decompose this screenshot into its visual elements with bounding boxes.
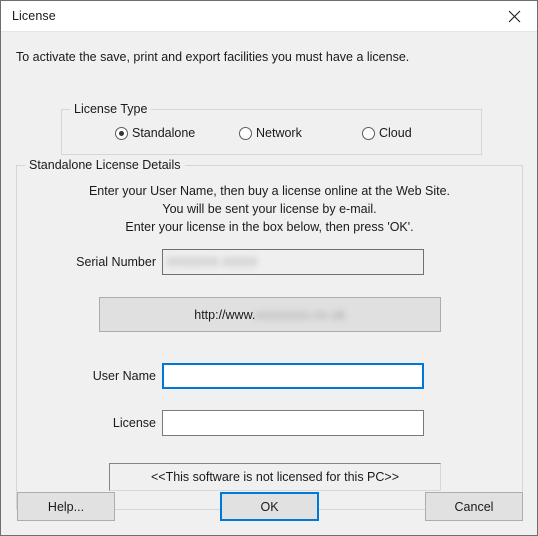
radio-network[interactable]: Network xyxy=(239,124,302,142)
license-type-options: Standalone Network Cloud xyxy=(62,124,481,142)
instruction-line-2: You will be sent your license by e-mail. xyxy=(162,202,377,216)
website-url-visible: http://www. xyxy=(194,307,256,322)
standalone-details-legend: Standalone License Details xyxy=(25,158,185,172)
ok-button[interactable]: OK xyxy=(220,492,319,521)
license-label: License xyxy=(112,416,156,430)
instruction-line-1: Enter your User Name, then buy a license… xyxy=(88,184,451,198)
radio-standalone-label: Standalone xyxy=(132,126,196,140)
help-button[interactable]: Help... xyxy=(17,492,115,521)
radio-network-indicator xyxy=(239,126,252,140)
radio-network-label: Network xyxy=(256,126,302,140)
license-input[interactable] xyxy=(162,410,424,436)
cancel-button[interactable]: Cancel xyxy=(425,492,523,521)
website-link-button[interactable]: http://www. xxxxxxxx.co.uk xyxy=(99,297,441,332)
license-dialog: License To activate the save, print and … xyxy=(0,0,538,536)
title-bar: License xyxy=(1,1,537,32)
user-name-input[interactable] xyxy=(162,363,424,389)
dialog-body: To activate the save, print and export f… xyxy=(1,32,537,535)
website-url-redacted: xxxxxxxx.co.uk xyxy=(255,307,346,322)
close-icon[interactable] xyxy=(491,1,537,31)
user-name-label: User Name xyxy=(92,369,156,383)
window-title: License xyxy=(12,9,56,23)
standalone-details-group: Standalone License Details Enter your Us… xyxy=(16,158,523,510)
radio-cloud[interactable]: Cloud xyxy=(362,124,412,142)
intro-text: To activate the save, print and export f… xyxy=(16,50,410,64)
license-type-group: License Type Standalone Network Cloud xyxy=(61,102,482,155)
dialog-footer: Help... OK Cancel xyxy=(1,479,537,535)
radio-cloud-label: Cloud xyxy=(379,126,412,140)
serial-number-label: Serial Number xyxy=(76,255,156,269)
radio-cloud-indicator xyxy=(362,126,375,140)
instruction-line-3: Enter your license in the box below, the… xyxy=(125,220,414,234)
close-icon-glyph xyxy=(508,10,520,22)
license-type-legend: License Type xyxy=(70,102,152,116)
radio-standalone-indicator xyxy=(115,126,128,140)
serial-number-value: XXXXXX-XXXX xyxy=(167,255,258,269)
serial-number-field: XXXXXX-XXXX xyxy=(162,249,424,275)
radio-standalone[interactable]: Standalone xyxy=(115,124,195,142)
instructions-block: Enter your User Name, then buy a license… xyxy=(17,182,522,236)
